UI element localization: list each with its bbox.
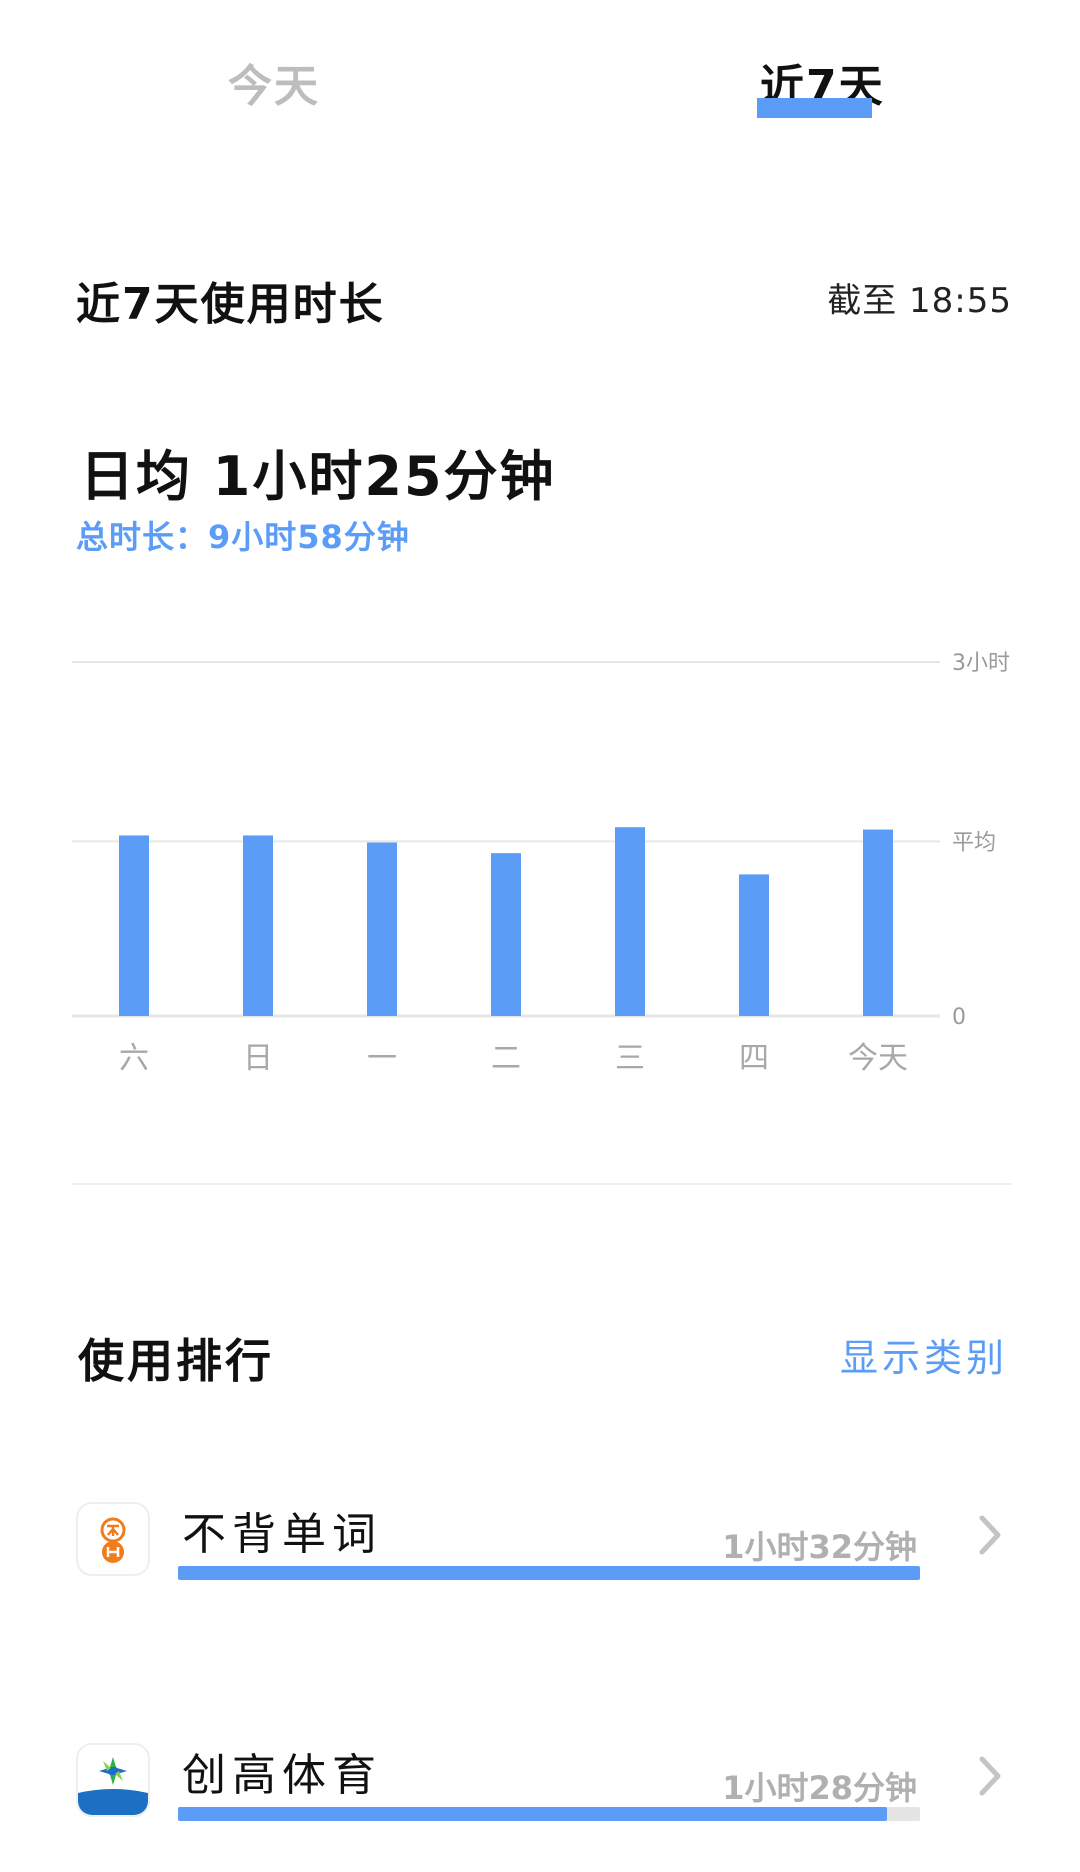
usage-chart-svg: 3小时平均 0 六 日 一 二 三 四 今天 [72,651,1010,1076]
bar-2[interactable] [367,842,397,1016]
bar-5[interactable] [739,874,769,1016]
usage-progress-fill [178,1807,887,1821]
chuanggao-icon [76,1743,150,1817]
app-name: 不背单词 [182,1509,382,1560]
y-tick-label: 平均 [952,830,996,855]
screen-time-page: 今天 近7天 近7天使用时长 截至 18:55 日均 1小时25分钟 总时长：9… [0,0,1080,1872]
active-tab-indicator [757,98,872,118]
as-of-time: 截至 18:55 [827,281,1012,321]
section-title: 近7天使用时长 [76,279,385,330]
x-category-label: 一 [367,1041,397,1076]
usage-progress-track [178,1807,920,1821]
bar-1[interactable] [243,835,273,1016]
x-category-label: 日 [243,1041,273,1076]
bar-0[interactable] [119,835,149,1016]
usage-progress-track [178,1566,920,1580]
tab-bar: 今天 近7天 [0,40,1080,130]
total-duration: 总时长：9小时58分钟 [76,518,410,556]
x-category-label: 今天 [848,1041,908,1076]
bar-6[interactable] [863,829,893,1016]
app-usage-time: 1小时32分钟 [722,1528,917,1566]
x-category-label: 三 [615,1041,645,1076]
usage-progress-fill [178,1566,920,1580]
app-row[interactable]: 创高体育 1小时28分钟 [0,1743,1080,1863]
x-category-label: 二 [491,1041,521,1076]
app-row[interactable]: 不背单词 1小时32分钟 [0,1502,1080,1622]
show-category-button[interactable]: 显示类别 [840,1327,1008,1382]
y-tick-label: 3小时 [952,651,1010,676]
bar-3[interactable] [491,853,521,1016]
app-usage-time: 1小时28分钟 [722,1769,917,1807]
x-category-label: 六 [119,1041,149,1076]
daily-average: 日均 1小时25分钟 [80,445,556,508]
usage-bar-chart: 3小时平均 0 六 日 一 二 三 四 今天 [0,620,1080,1090]
chevron-right-icon[interactable] [970,1510,1010,1560]
y-tick-label: 0 [952,1005,966,1030]
tab-today[interactable]: 今天 [228,50,320,114]
chevron-right-icon[interactable] [970,1751,1010,1801]
section-divider [72,1183,1012,1185]
ranking-title: 使用排行 [78,1334,274,1388]
bar-4[interactable] [615,827,645,1016]
bubei-icon [76,1502,150,1576]
x-category-label: 四 [739,1041,769,1076]
app-name: 创高体育 [182,1750,382,1801]
